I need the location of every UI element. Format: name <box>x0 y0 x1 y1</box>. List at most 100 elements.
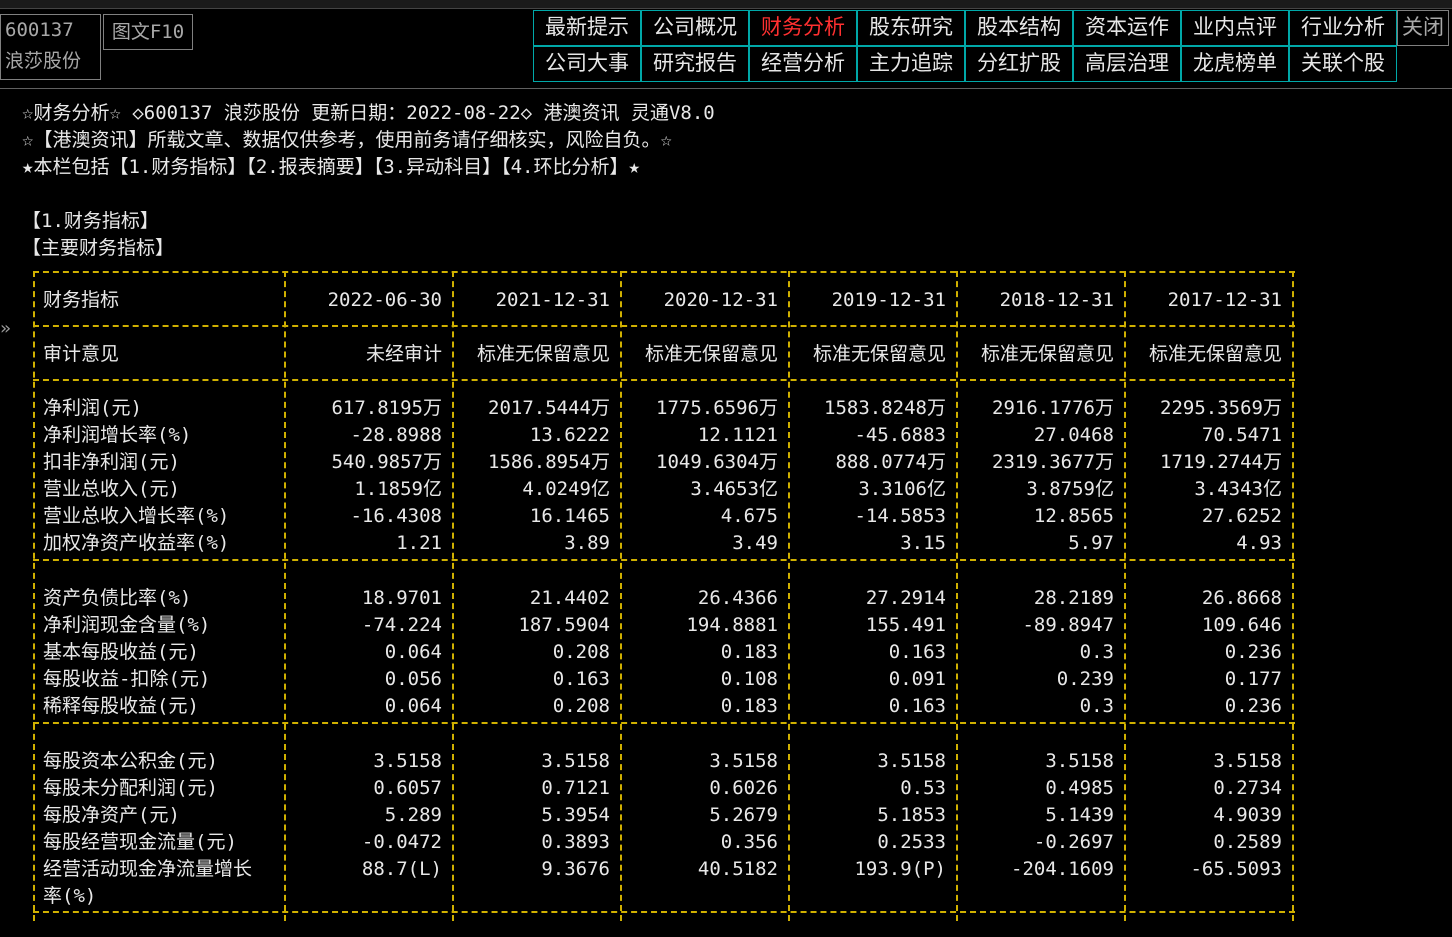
row-value: 3.8759亿 <box>1026 478 1114 500</box>
row-label: 净利润增长率(%) <box>43 424 192 446</box>
row-value: 9.3676 <box>541 858 610 880</box>
row-label: 每股资本公积金(元) <box>43 750 218 772</box>
row-value: -204.1609 <box>1011 858 1114 880</box>
row-value: 0.236 <box>1224 695 1282 717</box>
table-header-date: 2017-12-31 <box>1167 289 1282 311</box>
nav-tab-row2-1[interactable]: 研究报告 <box>641 46 749 82</box>
row-label: 净利润(元) <box>43 397 142 419</box>
table-border-bottom <box>33 911 1295 913</box>
row-value: 1049.6304万 <box>656 451 778 473</box>
row-value: 1.21 <box>396 532 442 554</box>
nav-tab-row2-0[interactable]: 公司大事 <box>533 46 641 82</box>
nav-tab-row1-2[interactable]: 财务分析 <box>749 10 857 46</box>
audit-value: 标准无保留意见 <box>476 343 610 365</box>
row-label: 加权净资产收益率(%) <box>43 532 230 554</box>
row-value: 27.2914 <box>865 587 946 609</box>
nav-tab-row2-5[interactable]: 高层治理 <box>1073 46 1181 82</box>
nav-tab-row2-4[interactable]: 分红扩股 <box>965 46 1073 82</box>
header-divider <box>0 88 1452 89</box>
table-header-label: 财务指标 <box>43 289 120 311</box>
row-value: 0.53 <box>900 777 946 799</box>
table-header-date: 2018-12-31 <box>999 289 1114 311</box>
table-col-divider-2 <box>452 271 454 921</box>
row-label: 每股净资产(元) <box>43 804 180 826</box>
row-value: 28.2189 <box>1033 587 1114 609</box>
row-value: 3.5158 <box>1045 750 1114 772</box>
row-value: 0.064 <box>384 641 442 663</box>
table-col-divider-0 <box>33 271 35 921</box>
row-value: 21.4402 <box>529 587 610 609</box>
row-value: 18.9701 <box>361 587 442 609</box>
nav-tab-row1-6[interactable]: 业内点评 <box>1181 10 1289 46</box>
row-value: 0.6057 <box>373 777 442 799</box>
header-line-1: ☆财务分析☆ ◇600137 浪莎股份 更新日期：2022-08-22◇ 港澳资… <box>22 102 715 124</box>
f10-tab[interactable]: 图文F10 <box>103 14 193 50</box>
audit-value: 标准无保留意见 <box>1148 343 1282 365</box>
row-value: 0.163 <box>888 695 946 717</box>
nav-tab-row1-1[interactable]: 公司概况 <box>641 10 749 46</box>
row-value: 2319.3677万 <box>992 451 1114 473</box>
row-value: -74.224 <box>361 614 442 636</box>
header-line-3: ★本栏包括【1.财务指标】【2.报表摘要】【3.异动科目】【4.环比分析】★ <box>22 156 640 178</box>
row-value: 27.6252 <box>1201 505 1282 527</box>
table-col-divider-1 <box>284 271 286 921</box>
table-divider <box>33 722 1295 724</box>
row-value: 0.239 <box>1056 668 1114 690</box>
row-value: 0.208 <box>552 695 610 717</box>
row-value: 2017.5444万 <box>488 397 610 419</box>
row-value: 0.3 <box>1079 695 1114 717</box>
table-header-date: 2022-06-30 <box>327 289 442 311</box>
table-border-top <box>33 271 1295 273</box>
nav-tab-row1-3[interactable]: 股东研究 <box>857 10 965 46</box>
row-value: 1719.2744万 <box>1160 451 1282 473</box>
row-value: 194.8881 <box>686 614 778 636</box>
row-label: 净利润现金含量(%) <box>43 614 211 636</box>
stock-name: 浪莎股份 <box>5 50 82 72</box>
nav-tab-row1-4[interactable]: 股本结构 <box>965 10 1073 46</box>
row-value: -16.4308 <box>350 505 442 527</box>
row-value: 27.0468 <box>1033 424 1114 446</box>
row-value: 0.2589 <box>1213 831 1282 853</box>
table-header-date: 2021-12-31 <box>495 289 610 311</box>
row-value: 3.89 <box>564 532 610 554</box>
row-value: 0.177 <box>1224 668 1282 690</box>
nav-tab-row2-3[interactable]: 主力追踪 <box>857 46 965 82</box>
row-label: 扣非净利润(元) <box>43 451 180 473</box>
row-value: 70.5471 <box>1201 424 1282 446</box>
row-value: 193.9(P) <box>854 858 946 880</box>
nav-tab-row1-5[interactable]: 资本运作 <box>1073 10 1181 46</box>
nav-tab-row2-6[interactable]: 龙虎榜单 <box>1181 46 1289 82</box>
audit-value: 标准无保留意见 <box>812 343 946 365</box>
row-value: 0.236 <box>1224 641 1282 663</box>
table-col-divider-7 <box>1292 271 1294 921</box>
audit-value: 标准无保留意见 <box>644 343 778 365</box>
nav-tab-row2-2[interactable]: 经营分析 <box>749 46 857 82</box>
nav-tab-row1-0[interactable]: 最新提示 <box>533 10 641 46</box>
section-title: 【1.财务指标】 <box>22 210 159 232</box>
row-value: -14.5853 <box>854 505 946 527</box>
subsection-title: 【主要财务指标】 <box>22 237 175 259</box>
row-value: 0.2734 <box>1213 777 1282 799</box>
row-value: 0.183 <box>720 695 778 717</box>
nav-tab-row2-7[interactable]: 关联个股 <box>1289 46 1397 82</box>
close-button[interactable]: 关闭 <box>1397 10 1449 46</box>
collapse-arrow-icon[interactable]: » <box>0 318 11 339</box>
row-value: 0.108 <box>720 668 778 690</box>
row-value: 0.208 <box>552 641 610 663</box>
stock-code-box[interactable]: 600137 浪莎股份 <box>0 14 101 80</box>
row-value: 12.8565 <box>1033 505 1114 527</box>
row-label: 每股未分配利润(元) <box>43 777 218 799</box>
row-label: 基本每股收益(元) <box>43 641 199 663</box>
row-value: 3.4653亿 <box>690 478 778 500</box>
row-value: 3.5158 <box>541 750 610 772</box>
row-value: 3.4343亿 <box>1194 478 1282 500</box>
nav-tab-row1-7[interactable]: 行业分析 <box>1289 10 1397 46</box>
row-value: -65.5093 <box>1190 858 1282 880</box>
row-value: -89.8947 <box>1022 614 1114 636</box>
row-value: 0.3 <box>1079 641 1114 663</box>
row-value: 26.4366 <box>697 587 778 609</box>
row-value: 1586.8954万 <box>488 451 610 473</box>
row-value: 540.9857万 <box>331 451 442 473</box>
row-value: 5.3954 <box>541 804 610 826</box>
row-value: 3.3106亿 <box>858 478 946 500</box>
